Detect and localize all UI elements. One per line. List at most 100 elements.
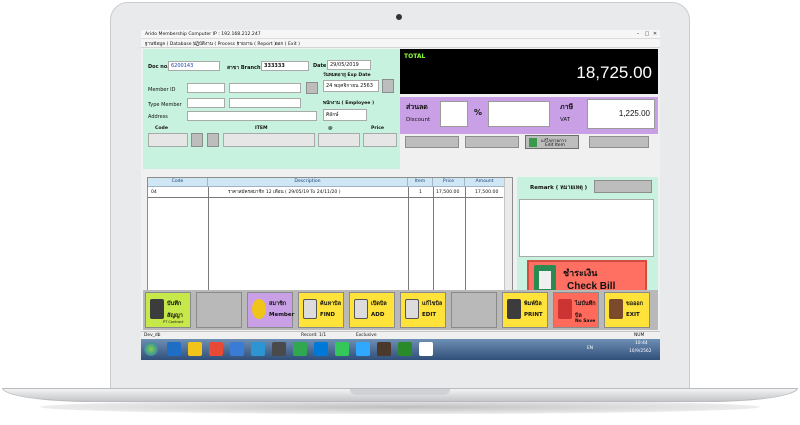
taskbar-app-icon[interactable] xyxy=(293,342,307,356)
status-bar: Dev_db Record: 1/1 Exclusive NUM xyxy=(141,331,660,339)
action-slot-2[interactable] xyxy=(465,136,519,148)
add-icon xyxy=(354,299,368,319)
find-bill-button[interactable]: ค้นหาบิล FIND xyxy=(298,292,344,328)
taskbar-app-icon[interactable] xyxy=(272,342,286,356)
button-label: ค้นหาบิล xyxy=(320,301,342,307)
edit-item-button[interactable]: แก้ไขรายการ Edit Item xyxy=(525,135,579,149)
action-slot-3[interactable] xyxy=(589,136,649,148)
item-lookup-button[interactable] xyxy=(207,133,219,147)
close-button[interactable]: ✕ xyxy=(652,32,658,37)
code-lookup-button[interactable] xyxy=(191,133,203,147)
window-title: Arido Membership Computer IP : 192.168.2… xyxy=(145,32,261,37)
member-id-field[interactable] xyxy=(187,83,225,93)
toolbar-empty-slot[interactable] xyxy=(451,292,497,328)
exp-date-field[interactable]: 24 พฤศจิกายน 2563 xyxy=(323,80,379,92)
member-button[interactable]: สมาชิก Member xyxy=(247,292,294,328)
cell-code: 04 xyxy=(151,190,157,195)
total-label: TOTAL xyxy=(404,53,426,60)
minimize-button[interactable]: – xyxy=(635,32,641,37)
status-record: Record: 1/1 xyxy=(301,333,327,338)
taskbar-app-icon[interactable] xyxy=(335,342,349,356)
taskbar-app-icon[interactable] xyxy=(398,342,412,356)
edit-item-icon xyxy=(529,138,537,147)
type-member-field[interactable] xyxy=(229,98,301,108)
doc-no-field[interactable]: 6200143 xyxy=(168,61,220,71)
exp-date-label: วันหมดอายุ Exp Date xyxy=(323,73,371,78)
total-panel: TOTAL 18,725.00 xyxy=(400,49,658,94)
button-label: บันทึก xyxy=(167,301,182,307)
menu-database[interactable]: ฐานข้อมูล ( Database ) xyxy=(145,41,195,48)
cell-price: 17,500.00 xyxy=(436,190,460,195)
item-input[interactable] xyxy=(223,133,315,147)
vat-en-label: VAT xyxy=(560,117,571,123)
edit-item-en: Edit Item xyxy=(545,143,565,148)
window-titlebar: Arido Membership Computer IP : 192.168.2… xyxy=(141,30,660,39)
language-indicator[interactable]: EN xyxy=(587,346,593,351)
address-label: Address xyxy=(148,114,168,120)
remark-input[interactable] xyxy=(519,199,654,257)
employee-field[interactable]: ศิลักษ์ xyxy=(323,109,367,121)
branch-field[interactable]: 333333 xyxy=(261,61,309,71)
member-icon xyxy=(252,299,266,319)
edit-bill-button[interactable]: แก้ไขบิล EDIT xyxy=(400,292,446,328)
menu-process[interactable]: ปฏิบัติงาน ( Process ) xyxy=(193,41,238,48)
cell-amount: 17,500.00 xyxy=(475,190,499,195)
date-field[interactable]: 29/05/2019 xyxy=(327,60,371,70)
button-label: EDIT xyxy=(422,312,437,318)
clock-time[interactable]: 10:44 xyxy=(635,341,648,346)
taskbar-app-icon[interactable] xyxy=(419,342,433,356)
date-label: Date xyxy=(313,63,327,69)
start-button[interactable] xyxy=(144,342,158,356)
vat-th-label: ภาษี xyxy=(560,103,574,111)
button-label: สัญญา xyxy=(167,313,183,319)
member-lookup-button[interactable] xyxy=(306,82,318,94)
exp-date-button[interactable] xyxy=(382,79,394,93)
address-field[interactable] xyxy=(187,111,317,121)
add-bill-button[interactable]: เปิดบิล ADD xyxy=(349,292,395,328)
taskbar-app-icon[interactable] xyxy=(167,342,181,356)
taskbar-app-icon[interactable] xyxy=(314,342,328,356)
no-save-icon xyxy=(558,299,572,319)
action-slot-1[interactable] xyxy=(405,136,459,148)
taskbar-app-icon[interactable] xyxy=(377,342,391,356)
pt-contract-button[interactable]: บันทึก สัญญา PT Contract xyxy=(145,292,191,328)
no-save-button[interactable]: ไม่บันทึก บิล No Save xyxy=(553,292,599,328)
taskbar-app-icon[interactable] xyxy=(251,342,265,356)
total-value: 18,725.00 xyxy=(576,63,652,82)
doc-no-label: Doc no. xyxy=(148,64,170,70)
member-name-field[interactable] xyxy=(229,83,301,93)
screen: Arido Membership Computer IP : 192.168.2… xyxy=(141,30,660,360)
discount-amount-field[interactable] xyxy=(488,101,550,127)
button-label: PRINT xyxy=(524,312,543,318)
code-input[interactable] xyxy=(148,133,188,147)
taskbar-app-icon[interactable] xyxy=(188,342,202,356)
status-mode: Exclusive xyxy=(356,333,377,338)
print-bill-button[interactable]: พิมพ์บิล PRINT xyxy=(502,292,548,328)
clock-date[interactable]: 10/9/2562 xyxy=(629,349,652,354)
remark-button[interactable] xyxy=(594,180,652,193)
status-num: NUM xyxy=(634,333,645,338)
button-label: ADD xyxy=(371,312,385,318)
price-input[interactable] xyxy=(363,133,397,147)
discount-percent-field[interactable] xyxy=(440,101,468,127)
qty-input[interactable] xyxy=(318,133,360,147)
maximize-button[interactable]: □ xyxy=(644,32,650,37)
taskbar-app-icon[interactable] xyxy=(230,342,244,356)
taskbar-app-icon[interactable] xyxy=(356,342,370,356)
discount-th-label: ส่วนลด xyxy=(406,103,428,111)
exit-button[interactable]: ขอออก EXIT xyxy=(604,292,650,328)
windows-taskbar: EN 10:44 10/9/2562 xyxy=(141,339,660,360)
taskbar-app-icon[interactable] xyxy=(209,342,223,356)
menu-report[interactable]: รายงาน ( Report ) xyxy=(237,41,276,48)
button-label: ขอออก xyxy=(626,301,643,307)
printer-icon xyxy=(507,299,521,319)
laptop-notch xyxy=(350,389,450,395)
vertical-scrollbar[interactable] xyxy=(504,178,512,308)
menu-exit[interactable]: ออก ( Exit ) xyxy=(275,41,300,48)
type-member-code-field[interactable] xyxy=(187,98,225,108)
at-label: @ xyxy=(328,126,333,131)
button-label: ไม่บันทึก xyxy=(575,301,596,307)
table-row[interactable]: 04 ราคาสมัครสมาชิก 12 เดือน ( 29/05/19 T… xyxy=(148,178,505,198)
menu-bar: ฐานข้อมูล ( Database ) ปฏิบัติงาน ( Proc… xyxy=(141,39,660,48)
toolbar-empty-slot[interactable] xyxy=(196,292,242,328)
